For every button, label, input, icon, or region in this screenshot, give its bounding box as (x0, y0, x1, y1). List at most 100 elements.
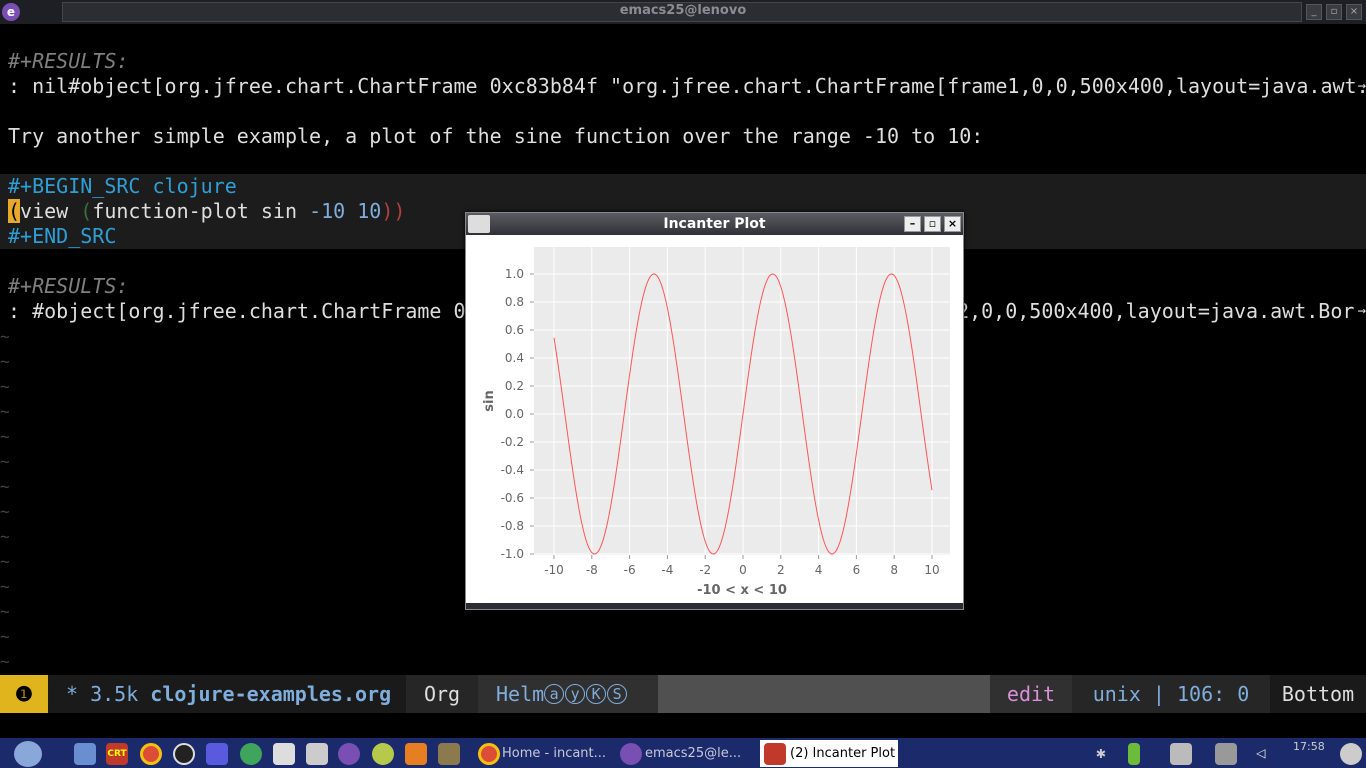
x-tick-label: 10 (924, 563, 939, 577)
y-tick-label: 0.4 (505, 351, 524, 365)
task-chrome[interactable]: Home - incant... (502, 740, 614, 767)
results-value: : nil#object[org.jfree.chart.ChartFrame … (8, 74, 1366, 98)
buffer-info[interactable]: * 3.5k clojure-examples.org (48, 675, 406, 713)
notes-icon[interactable] (306, 743, 328, 765)
y-tick-label: 0.6 (505, 323, 524, 337)
empty-line-tilde: ~ (0, 577, 10, 596)
empty-line-tilde: ~ (0, 552, 10, 571)
media-icon[interactable] (206, 743, 228, 765)
incanter-plot-window[interactable]: Incanter Plot – ▫ × -10 -8 -6 -4 -2 0 2 4 6 8 10 1… (465, 212, 964, 610)
x-tick-label: -10 (544, 563, 564, 577)
code-fn: function-plot sin (92, 199, 310, 223)
plot-titlebar[interactable]: Incanter Plot – ▫ × (466, 213, 963, 235)
network-icon[interactable] (1215, 743, 1237, 765)
x-tick-label: -6 (624, 563, 636, 577)
taskbar: CRT Home - incant... emacs25@le... (2) I… (0, 738, 1366, 768)
results-keyword: #+RESULTS: (8, 49, 129, 73)
line-continuation-icon: → (1357, 78, 1366, 94)
window-title: emacs25@lenovo (619, 3, 747, 18)
atom-icon[interactable] (240, 743, 262, 765)
y-tick-label: 0.8 (505, 295, 524, 309)
window-number[interactable]: ❶ (0, 675, 48, 713)
sine-chart: -10 -8 -6 -4 -2 0 2 4 6 8 10 1.0 0.8 0.6 0.4 0.2 0.0 -0.… (482, 247, 950, 598)
empty-line-tilde: ~ (0, 627, 10, 646)
file-manager-icon[interactable] (74, 743, 96, 765)
emacs-icon (620, 743, 642, 765)
empty-line-tilde: ~ (0, 377, 10, 396)
results-value: e2,0,0,500x400,layout=java.awt.Bor (945, 299, 1355, 323)
code-paren: )) (381, 199, 406, 223)
mode-line: ❶ * 3.5k clojure-examples.org Org Helm a y… (0, 675, 1366, 713)
close-icon[interactable]: × (944, 216, 961, 232)
line-continuation-icon: → (1357, 303, 1366, 319)
y-tick-label: 1.0 (505, 267, 524, 281)
minor-modes[interactable]: Helm a y K S (478, 675, 658, 713)
emacs-icon[interactable] (338, 743, 360, 765)
end-src: #+END_SRC (8, 224, 117, 248)
buffer-size: * 3.5k (66, 682, 151, 706)
battery-icon[interactable] (1128, 743, 1140, 765)
minor-badge: K (586, 684, 607, 704)
minor-mode-helm: Helm (496, 682, 545, 706)
major-mode[interactable]: Org (406, 675, 478, 713)
terminal-icon[interactable]: CRT (106, 743, 128, 765)
close-icon[interactable]: × (1346, 4, 1362, 20)
chrome-icon[interactable] (140, 743, 162, 765)
code-line: (view (function-plot sin -10 10)) (8, 199, 405, 224)
x-tick-label: 8 (890, 563, 898, 577)
bluetooth-icon[interactable]: ✱ (1096, 743, 1110, 765)
plot-window-frame (466, 603, 963, 609)
empty-line-tilde: ~ (0, 427, 10, 446)
gimp-icon[interactable] (438, 743, 460, 765)
lm-icon[interactable] (372, 743, 394, 765)
code-number: -10 (309, 199, 346, 223)
clock[interactable]: 17:58 (1293, 740, 1333, 767)
volume-icon[interactable]: ◁ (1256, 743, 1278, 765)
minimize-icon[interactable]: – (904, 216, 921, 232)
empty-line-tilde: ~ (0, 452, 10, 471)
results-value: : #object[org.jfree.chart.ChartFrame 0 (8, 299, 466, 323)
clipboard-icon[interactable] (1170, 743, 1192, 765)
prose-line: Try another simple example, a plot of th… (8, 124, 984, 148)
x-axis-label: -10 < x < 10 (697, 583, 787, 598)
editor-icon[interactable] (273, 743, 295, 765)
app-icon[interactable] (405, 743, 427, 765)
minor-badge: a (544, 684, 565, 704)
y-tick-label: -0.2 (501, 435, 524, 449)
x-tick-label: 6 (853, 563, 861, 577)
y-tick-label: 0.2 (505, 379, 524, 393)
window-titlebar: e emacs25@lenovo _ ▫ × (0, 0, 1366, 24)
power-icon[interactable] (1340, 743, 1362, 765)
x-tick-label: 0 (739, 563, 747, 577)
plot-window-title: Incanter Plot (663, 216, 766, 232)
x-tick-label: -8 (586, 563, 598, 577)
chrome-icon (478, 743, 500, 765)
y-tick-label: 0.0 (505, 407, 524, 421)
y-tick-label: -1.0 (501, 547, 524, 561)
y-tick-label: -0.6 (501, 491, 524, 505)
empty-line-tilde: ~ (0, 602, 10, 621)
y-tick-label: -0.4 (501, 463, 524, 477)
task-emacs[interactable]: emacs25@le... (645, 740, 753, 767)
x-tick-label: -2 (699, 563, 711, 577)
empty-line-tilde: ~ (0, 652, 10, 671)
y-axis-label: sin (482, 390, 497, 411)
code-paren: ( (80, 199, 93, 223)
maximize-icon[interactable]: ▫ (924, 216, 941, 232)
plot-area (534, 247, 950, 555)
scroll-position: Bottom (1270, 675, 1366, 713)
minimize-icon[interactable]: _ (1306, 4, 1322, 20)
code-number: 10 (357, 199, 382, 223)
buffer-name[interactable]: clojure-examples.org (150, 682, 391, 706)
maximize-icon[interactable]: ▫ (1326, 4, 1342, 20)
obs-icon[interactable] (173, 743, 195, 765)
start-menu-icon[interactable] (14, 741, 42, 767)
x-tick-label: 2 (777, 563, 785, 577)
empty-line-tilde: ~ (0, 502, 10, 521)
empty-line-tilde: ~ (0, 402, 10, 421)
x-tick-label: 4 (815, 563, 823, 577)
java-icon (764, 743, 786, 765)
x-tick-label: -4 (661, 563, 673, 577)
cursor: ( (8, 199, 21, 223)
results-keyword: #+RESULTS: (8, 274, 129, 298)
